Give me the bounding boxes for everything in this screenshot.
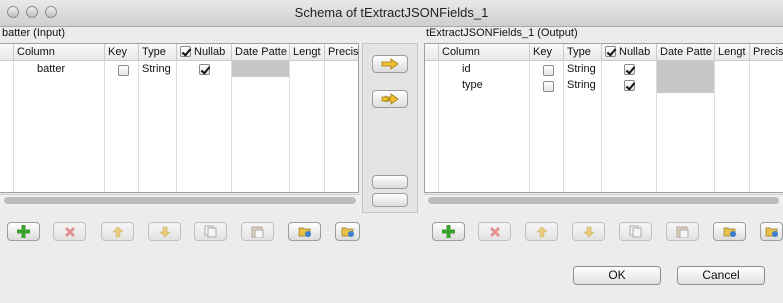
arrow-right-icon (381, 58, 399, 70)
input-col-nullable[interactable]: Nullab (177, 44, 232, 60)
remove-icon (489, 226, 500, 237)
output-col-precision[interactable]: Precis (750, 44, 783, 60)
output-row-nullable-checkbox[interactable] (624, 64, 635, 75)
copy-icon (629, 225, 642, 238)
export-icon (765, 227, 778, 237)
move-down-icon (158, 226, 171, 237)
input-row-nullable-checkbox[interactable] (199, 64, 210, 75)
import-icon (723, 227, 736, 237)
input-col-precision[interactable]: Precis (325, 44, 358, 60)
nullable-all-checkbox[interactable] (180, 46, 191, 57)
output-horizontal-scrollbar[interactable] (424, 194, 783, 206)
input-col-nullable-label: Nullab (194, 46, 226, 58)
add-icon (442, 225, 455, 238)
output-row-nullable-checkbox[interactable] (624, 80, 635, 91)
output-paste-button[interactable] (666, 222, 699, 241)
input-panel-label: batter (Input) (2, 27, 65, 39)
output-add-button[interactable] (432, 222, 465, 241)
double-arrow-right-icon (381, 93, 399, 105)
output-move-up-button[interactable] (525, 222, 558, 241)
export-icon (341, 227, 354, 237)
input-horizontal-scrollbar[interactable] (0, 194, 360, 206)
input-col-date-pattern[interactable]: Date Patte (232, 44, 290, 60)
input-paste-button[interactable] (241, 222, 274, 241)
row-header-cell (0, 44, 14, 60)
row-header-cell (425, 44, 439, 60)
output-import-button[interactable] (713, 222, 746, 241)
input-move-up-button[interactable] (101, 222, 134, 241)
copy-all-right-button[interactable] (372, 90, 408, 108)
output-row-key-checkbox[interactable] (543, 65, 554, 76)
output-col-date-pattern[interactable]: Date Patte (657, 44, 715, 60)
input-table-header: Column Key Type Nullab Date Patte Lengt … (0, 44, 358, 61)
output-table-header: Column Key Type Nullab Date Patte Lengt … (425, 44, 783, 61)
input-export-button[interactable] (335, 222, 360, 241)
output-copy-button[interactable] (619, 222, 652, 241)
copy-icon (204, 225, 217, 238)
output-col-nullable[interactable]: Nullab (602, 44, 657, 60)
move-up-icon (535, 226, 548, 237)
input-copy-button[interactable] (194, 222, 227, 241)
add-icon (17, 225, 30, 238)
remove-icon (64, 226, 75, 237)
move-up-icon (111, 226, 124, 237)
title-bar: Schema of tExtractJSONFields_1 (0, 0, 783, 27)
output-export-button[interactable] (760, 222, 783, 241)
copy-columns-panel (362, 43, 418, 213)
ok-button[interactable]: OK (573, 266, 661, 285)
input-scroll-thumb[interactable] (4, 197, 356, 204)
output-scroll-thumb[interactable] (428, 197, 779, 204)
input-col-column[interactable]: Column (14, 44, 105, 60)
output-row-date-pattern-cell[interactable] (657, 61, 714, 93)
output-move-down-button[interactable] (572, 222, 605, 241)
copy-selected-right-button[interactable] (372, 55, 408, 73)
paste-icon (251, 226, 264, 238)
output-col-length[interactable]: Lengt (715, 44, 750, 60)
move-down-icon (582, 226, 595, 237)
output-row-type[interactable]: String (567, 61, 596, 77)
input-move-down-button[interactable] (148, 222, 181, 241)
import-icon (298, 227, 311, 237)
output-row-column[interactable]: id (462, 61, 471, 77)
input-col-type[interactable]: Type (139, 44, 177, 60)
output-col-type[interactable]: Type (564, 44, 602, 60)
input-row-key-checkbox[interactable] (118, 65, 129, 76)
input-add-button[interactable] (7, 222, 40, 241)
copy-all-left-button[interactable] (372, 193, 408, 207)
output-col-column[interactable]: Column (439, 44, 530, 60)
window-title: Schema of tExtractJSONFields_1 (294, 5, 489, 20)
output-schema-table[interactable]: Column Key Type Nullab Date Patte Lengt … (424, 43, 783, 193)
output-col-key[interactable]: Key (530, 44, 564, 60)
input-row-date-pattern-cell[interactable] (232, 61, 289, 77)
output-panel-label: tExtractJSONFields_1 (Output) (426, 27, 578, 39)
input-remove-button[interactable] (53, 222, 86, 241)
output-col-nullable-label: Nullab (619, 46, 651, 58)
output-row-key-checkbox[interactable] (543, 81, 554, 92)
output-row-column[interactable]: type (462, 77, 483, 93)
cancel-button[interactable]: Cancel (677, 266, 765, 285)
input-row-column[interactable]: batter (37, 61, 65, 77)
output-remove-button[interactable] (478, 222, 511, 241)
input-schema-table[interactable]: Column Key Type Nullab Date Patte Lengt … (0, 43, 359, 193)
input-row-type[interactable]: String (142, 61, 171, 77)
output-row-type[interactable]: String (567, 77, 596, 93)
input-col-length[interactable]: Lengt (290, 44, 325, 60)
paste-icon (676, 226, 689, 238)
input-col-key[interactable]: Key (105, 44, 139, 60)
input-import-button[interactable] (288, 222, 321, 241)
copy-left-button[interactable] (372, 175, 408, 189)
nullable-all-checkbox[interactable] (605, 46, 616, 57)
